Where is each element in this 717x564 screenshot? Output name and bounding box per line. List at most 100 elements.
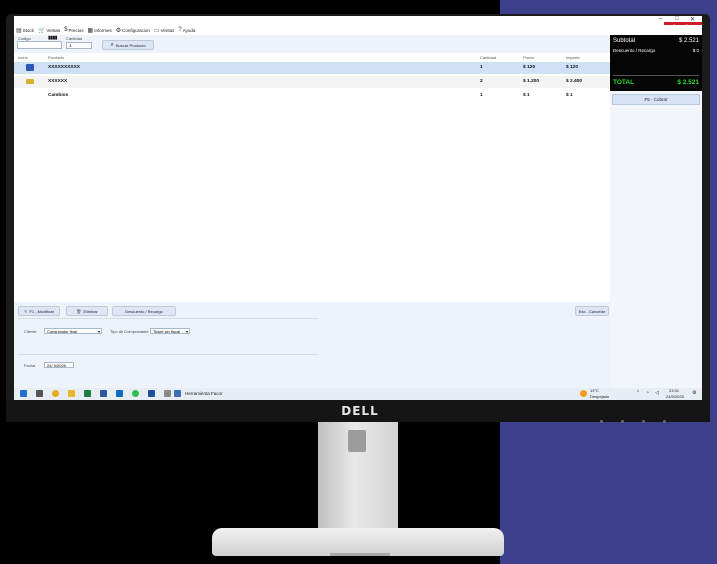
menu-configuracion[interactable]: ⚙ Configuracion — [116, 27, 150, 34]
totals-divider — [613, 75, 699, 76]
search-icon[interactable] — [36, 390, 43, 397]
monitor-button[interactable] — [600, 420, 603, 423]
total-value: $ 2.521 — [677, 79, 699, 86]
app-icon[interactable] — [116, 390, 123, 397]
search-icon: ⌕ — [110, 41, 114, 48]
table-row[interactable]: XXXXXXXXXX 1 $ 120 $ 120 — [14, 62, 610, 74]
col-icono: Icono — [18, 55, 28, 60]
chevron-down-icon: ▾ — [97, 329, 100, 334]
volume-icon[interactable]: ◁ — [655, 390, 659, 396]
col-precio: Precio — [523, 55, 535, 60]
menu-ventas[interactable]: 🛒 Ventas — [38, 27, 60, 34]
cliente-select[interactable]: Consumidor final ▾ — [44, 328, 102, 334]
divider — [18, 354, 318, 355]
menu-label: Ventas — [46, 27, 61, 33]
modificar-button[interactable]: ✎ F1 - Modificar — [18, 306, 60, 316]
dell-logo: DELL — [341, 404, 379, 418]
cell-producto: XXXXXXXXXX — [48, 65, 80, 70]
folder-icon: ▭ — [153, 27, 160, 34]
menu-label: Stock — [22, 27, 34, 33]
bottom-panel: ✎ F1 - Modificar 🗑 Eliminar Descuento / … — [14, 302, 610, 388]
taskbar: Herramienta Facor 19°C Despejado ⌃ ◔ ◁ 2… — [14, 388, 702, 400]
cobrar-button[interactable]: F5 - Cobrar — [612, 94, 700, 105]
whatsapp-icon[interactable] — [132, 390, 139, 397]
cell-importe: $ 120 — [566, 65, 579, 70]
help-icon: ? — [178, 27, 182, 33]
title-bar: – □ ✕ — [14, 16, 702, 25]
buscar-producto-button[interactable]: ⌕ Buscar Producto — [102, 40, 154, 50]
modificar-label: F1 - Modificar — [29, 308, 54, 314]
menu-informes[interactable]: ▦ Informes — [88, 27, 112, 34]
menu-label: Ayuda — [182, 27, 196, 33]
windows-start-icon[interactable] — [20, 390, 27, 397]
subtotal-label: Subtotal — [613, 38, 636, 44]
cell-producto: Cambios — [48, 93, 69, 98]
base-detail — [330, 553, 390, 556]
box-icon: ▤ — [16, 27, 22, 34]
pencil-icon: ✎ — [24, 308, 28, 314]
terminal-icon[interactable] — [148, 390, 155, 397]
cart-icon: 🛒 — [37, 27, 46, 34]
monitor-screen: – □ ✕ Cerrar Caja ▤Stock 🛒Ventas $Precio… — [14, 16, 702, 400]
menu-label: Configuracion — [122, 27, 150, 33]
monitor-button[interactable] — [663, 420, 666, 423]
trash-icon: 🗑 — [76, 308, 82, 314]
clock-time[interactable]: 23:31 — [669, 388, 679, 393]
col-importe: Importe — [566, 55, 580, 60]
descuento-button[interactable]: Descuento / Recargo — [112, 306, 176, 316]
buscar-label: Buscar Producto — [115, 42, 146, 48]
table-row[interactable]: Cambios 1 $ 1 $ 1 — [14, 90, 610, 102]
col-producto: Producto — [48, 55, 65, 60]
tipo-comprobante-select[interactable]: Ticket sin fiscal ▾ — [150, 328, 190, 334]
clock-date[interactable]: 24/9/2025 — [666, 394, 684, 399]
codigo-input[interactable] — [17, 41, 62, 49]
cantidad-stepper[interactable]: 1 — [66, 42, 92, 49]
chevron-up-icon[interactable]: ⌃ — [636, 390, 640, 396]
monitor-button[interactable] — [621, 420, 624, 423]
wifi-icon[interactable]: ◔ — [646, 390, 649, 396]
cell-precio: $ 1 — [523, 93, 530, 98]
report-icon: ▦ — [87, 27, 94, 34]
fecha-label: Fecha — [24, 363, 36, 368]
cell-producto: XXXXXX — [48, 79, 68, 84]
notification-icon[interactable]: ⚙ — [692, 390, 696, 396]
folder-icon[interactable] — [68, 390, 75, 397]
product-table: Icono Producto Cantidad Precio Importe X… — [14, 53, 610, 302]
weather-temp: 19°C — [590, 388, 599, 393]
cantidad-label: Cantidad — [66, 36, 83, 41]
taskbar-app-label[interactable]: Herramienta Facor — [185, 391, 223, 396]
cliente-label: Cliente — [24, 329, 37, 334]
divider — [18, 318, 318, 319]
minimize-button[interactable]: – — [659, 16, 662, 22]
fecha-picker[interactable]: 24/ 9/2025 — [44, 362, 74, 368]
monitor-button[interactable] — [642, 420, 645, 423]
product-thumb-icon — [26, 79, 34, 84]
descuento-line: Descuento / Recargo $ 0 — [613, 48, 699, 53]
cancelar-button[interactable]: Esc - Cancelar — [575, 306, 609, 316]
monitor-stand-base — [212, 528, 504, 556]
subtotal-value: $ 2.521 — [678, 38, 699, 44]
weather-desc: Despejado — [590, 394, 610, 399]
product-thumb-icon — [26, 64, 34, 71]
dollar-icon: $ — [64, 27, 68, 33]
menu-stock[interactable]: ▤ Stock — [16, 27, 34, 34]
weather-icon — [580, 390, 587, 397]
chevron-down-icon: ▾ — [185, 329, 188, 334]
word-icon[interactable] — [100, 390, 107, 397]
table-row[interactable]: XXXXXX 2 $ 1.200 $ 2.400 — [14, 76, 610, 88]
excel-icon[interactable] — [84, 390, 91, 397]
tipo-value: Ticket sin fiscal — [153, 329, 180, 334]
menu-precios[interactable]: $ Precios — [64, 27, 83, 33]
cell-importe: $ 2.400 — [566, 79, 583, 84]
eliminar-label: Eliminar — [83, 308, 98, 314]
chrome-icon[interactable] — [52, 390, 59, 397]
app-icon-2[interactable] — [164, 390, 171, 397]
cliente-value: Consumidor final — [47, 329, 78, 334]
monitor-buttons — [600, 410, 690, 423]
menu-ayuda[interactable]: ? Ayuda — [178, 27, 195, 33]
herramienta-app-icon[interactable] — [174, 390, 181, 397]
tipo-comprobante-label: Tipo de Comprobante — [110, 329, 149, 334]
descuento-total-label: Descuento / Recargo — [613, 48, 656, 53]
eliminar-button[interactable]: 🗑 Eliminar — [66, 306, 108, 316]
menu-ventas-2[interactable]: ▭ Ventas — [154, 27, 174, 34]
